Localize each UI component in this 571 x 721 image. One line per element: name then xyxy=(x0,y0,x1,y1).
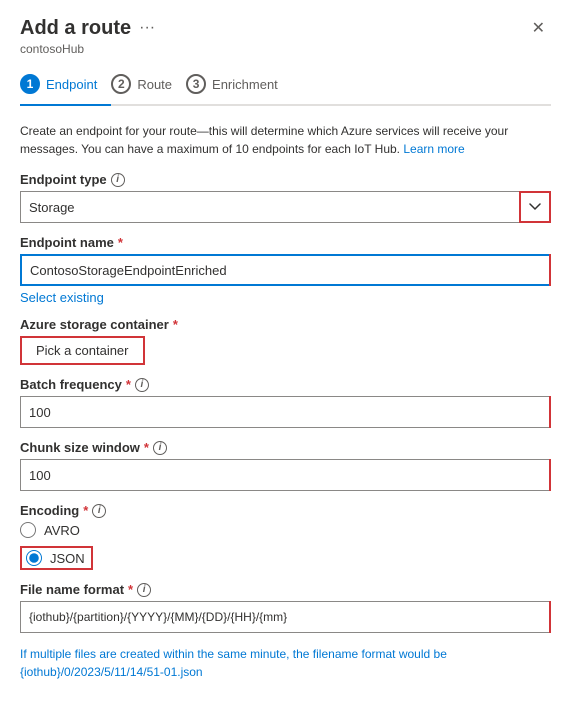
chunk-size-window-label: Chunk size window * i xyxy=(20,440,551,455)
step-2-circle: 2 xyxy=(111,74,131,94)
file-name-info-icon[interactable]: i xyxy=(137,583,151,597)
chunk-size-input-wrapper xyxy=(20,459,551,491)
learn-more-link[interactable]: Learn more xyxy=(403,142,464,156)
panel-ellipsis-menu[interactable]: ··· xyxy=(139,19,155,37)
file-name-required: * xyxy=(128,582,133,597)
step-1-circle: 1 xyxy=(20,74,40,94)
panel-subtitle: contosoHub xyxy=(20,42,551,56)
endpoint-name-label: Endpoint name * xyxy=(20,235,551,250)
chevron-down-icon xyxy=(529,203,541,211)
file-name-format-input[interactable] xyxy=(20,601,551,633)
chunk-size-required: * xyxy=(144,440,149,455)
encoding-required: * xyxy=(83,503,88,518)
pick-container-button[interactable]: Pick a container xyxy=(20,336,145,365)
batch-frequency-input[interactable] xyxy=(20,396,551,428)
file-name-format-input-wrapper xyxy=(20,601,551,633)
close-button[interactable]: ✕ xyxy=(526,16,551,40)
chunk-size-window-group: Chunk size window * i xyxy=(20,440,551,491)
endpoint-type-label: Endpoint type i xyxy=(20,172,551,187)
add-route-panel: Add a route ··· ✕ contosoHub 1 Endpoint … xyxy=(0,0,571,721)
batch-frequency-info-icon[interactable]: i xyxy=(135,378,149,392)
file-name-format-group: File name format * i xyxy=(20,582,551,633)
endpoint-type-group: Endpoint type i Storage Event Hubs Servi… xyxy=(20,172,551,223)
container-required: * xyxy=(173,317,178,332)
steps-row: 1 Endpoint 2 Route 3 Enrichment xyxy=(20,66,551,106)
endpoint-name-group: Endpoint name * Select existing xyxy=(20,235,551,305)
endpoint-type-dropdown-arrow[interactable] xyxy=(519,191,551,223)
azure-storage-container-label: Azure storage container * xyxy=(20,317,551,332)
encoding-json-option[interactable]: JSON xyxy=(20,546,93,570)
endpoint-name-required: * xyxy=(118,235,123,250)
step-2-label: Route xyxy=(137,77,172,92)
encoding-radio-group: AVRO JSON xyxy=(20,522,551,570)
encoding-avro-radio[interactable] xyxy=(20,522,36,538)
encoding-avro-label: AVRO xyxy=(44,523,80,538)
step-1-label: Endpoint xyxy=(46,77,97,92)
endpoint-name-input-wrapper xyxy=(20,254,551,286)
batch-frequency-label: Batch frequency * i xyxy=(20,377,551,392)
batch-frequency-input-wrapper xyxy=(20,396,551,428)
panel-header: Add a route ··· ✕ xyxy=(20,16,551,40)
encoding-group: Encoding * i AVRO JSON xyxy=(20,503,551,570)
endpoint-type-info-icon[interactable]: i xyxy=(111,173,125,187)
endpoint-type-select[interactable]: Storage Event Hubs Service Bus Queue Ser… xyxy=(20,191,551,223)
batch-frequency-required: * xyxy=(126,377,131,392)
chunk-size-input[interactable] xyxy=(20,459,551,491)
endpoint-type-select-wrapper: Storage Event Hubs Service Bus Queue Ser… xyxy=(20,191,551,223)
select-existing-link[interactable]: Select existing xyxy=(20,290,104,305)
step-3-label: Enrichment xyxy=(212,77,278,92)
encoding-info-icon[interactable]: i xyxy=(92,504,106,518)
encoding-json-radio[interactable] xyxy=(26,550,42,566)
azure-storage-container-group: Azure storage container * Pick a contain… xyxy=(20,317,551,365)
chunk-size-info-icon[interactable]: i xyxy=(153,441,167,455)
encoding-avro-option[interactable]: AVRO xyxy=(20,522,551,538)
endpoint-name-input[interactable] xyxy=(20,254,551,286)
bottom-note-example: {iothub}/0/2023/5/11/14/51-01.json xyxy=(20,665,203,679)
step-endpoint[interactable]: 1 Endpoint xyxy=(20,66,111,106)
title-row: Add a route ··· xyxy=(20,17,155,40)
batch-frequency-group: Batch frequency * i xyxy=(20,377,551,428)
step-enrichment[interactable]: 3 Enrichment xyxy=(186,66,292,104)
step-route[interactable]: 2 Route xyxy=(111,66,186,104)
panel-title: Add a route xyxy=(20,17,131,40)
encoding-label: Encoding * i xyxy=(20,503,551,518)
bottom-note: If multiple files are created within the… xyxy=(20,645,551,681)
info-text: Create an endpoint for your route—this w… xyxy=(20,122,551,158)
encoding-json-label: JSON xyxy=(50,551,85,566)
step-3-circle: 3 xyxy=(186,74,206,94)
file-name-format-label: File name format * i xyxy=(20,582,551,597)
